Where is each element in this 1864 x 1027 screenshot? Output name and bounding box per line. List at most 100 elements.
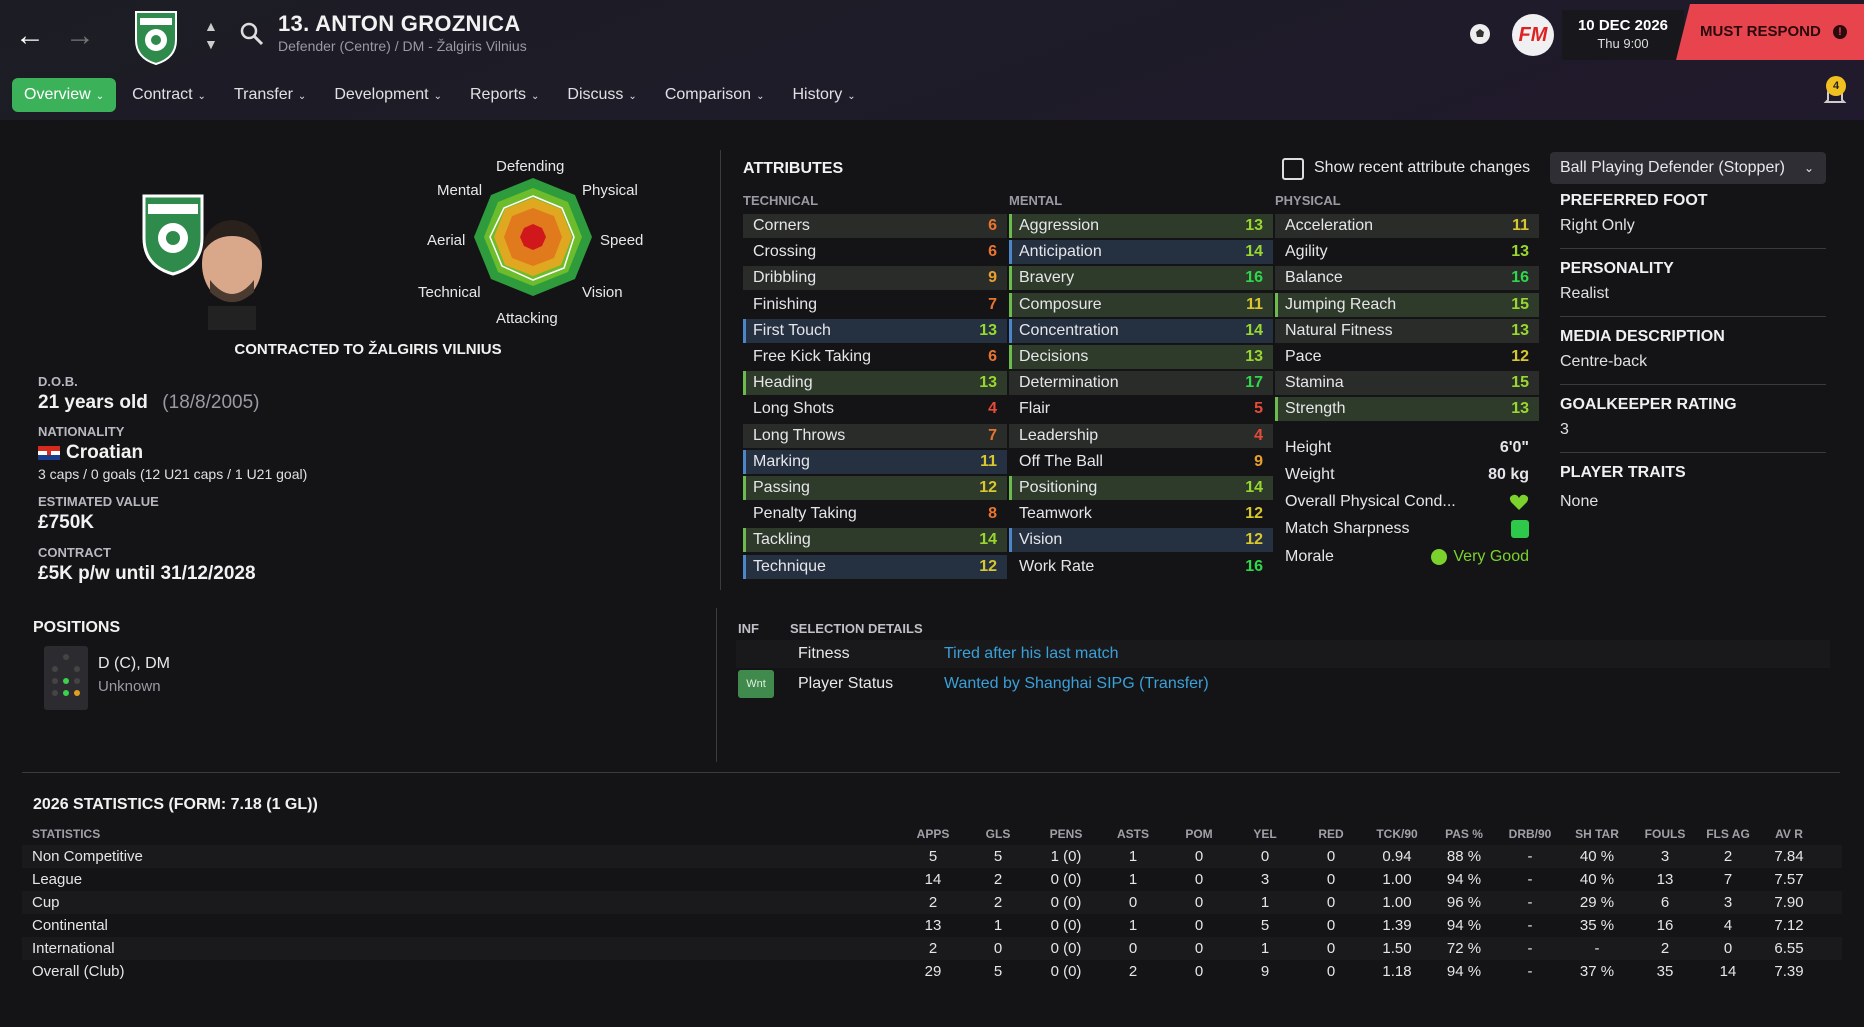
status-value[interactable]: Wanted by Shanghai SIPG (Transfer) <box>944 675 1209 693</box>
stat-cell: POM <box>1185 826 1213 841</box>
sharpness-row[interactable]: Match Sharpness <box>1275 517 1539 541</box>
nationality-row[interactable]: Croatian <box>38 442 143 464</box>
attr-row-agility[interactable]: Agility 13 <box>1275 240 1539 264</box>
attr-row-flair[interactable]: Flair 5 <box>1009 397 1273 421</box>
back-arrow-icon[interactable]: ← <box>12 18 48 54</box>
attr-row-off-the-ball[interactable]: Off The Ball 9 <box>1009 450 1273 474</box>
stat-cell: 2 <box>1660 940 1670 957</box>
attr-row-positioning[interactable]: Positioning 14 <box>1009 476 1273 500</box>
stat-cell: YEL <box>1253 826 1277 841</box>
fitness-row[interactable]: Fitness Tired after his last match <box>736 640 1830 668</box>
attr-row-technique[interactable]: Technique 12 <box>743 554 1007 579</box>
attr-row-corners[interactable]: Corners 6 <box>743 214 1007 238</box>
tab-history[interactable]: History ⌄ <box>780 78 867 112</box>
tab-reports[interactable]: Reports ⌄ <box>458 78 551 112</box>
attr-row-leadership[interactable]: Leadership 4 <box>1009 423 1273 448</box>
fm-logo[interactable]: FM <box>1512 14 1554 56</box>
attr-value: 11 <box>980 452 997 470</box>
attr-row-long-throws[interactable]: Long Throws 7 <box>743 423 1007 448</box>
stat-cell: 2 <box>928 894 938 911</box>
previous-player-icon[interactable]: ▲ <box>204 18 218 34</box>
date-box[interactable]: 10 DEC 2026 Thu 9:00 <box>1562 10 1684 60</box>
attr-row-pace[interactable]: Pace 12 <box>1275 345 1539 369</box>
attr-row-balance[interactable]: Balance 16 <box>1275 266 1539 291</box>
attr-row-long-shots[interactable]: Long Shots 4 <box>743 397 1007 421</box>
tab-discuss[interactable]: Discuss ⌄ <box>555 78 648 112</box>
attr-row-vision[interactable]: Vision 12 <box>1009 528 1273 553</box>
show-changes-checkbox[interactable] <box>1282 158 1304 180</box>
attr-row-free-kick-taking[interactable]: Free Kick Taking 6 <box>743 345 1007 369</box>
attr-value: 5 <box>1254 400 1263 418</box>
stat-cell: 2 <box>993 871 1003 888</box>
attr-row-work-rate[interactable]: Work Rate 16 <box>1009 555 1273 579</box>
attr-row-anticipation[interactable]: Anticipation 14 <box>1009 240 1273 265</box>
table-row[interactable]: Overall (Club) 29 5 0 (0) 2 0 9 0 1.18 94 % - 37 % 3… <box>22 960 1842 983</box>
tab-comparison[interactable]: Comparison ⌄ <box>653 78 777 112</box>
attr-row-dribbling[interactable]: Dribbling 9 <box>743 266 1007 291</box>
attr-name: Teamwork <box>1019 505 1092 523</box>
attr-row-passing[interactable]: Passing 12 <box>743 476 1007 500</box>
attr-row-determination[interactable]: Determination 17 <box>1009 371 1273 396</box>
row-label: Continental <box>32 917 108 934</box>
attr-row-decisions[interactable]: Decisions 13 <box>1009 345 1273 369</box>
table-row[interactable]: Cup 2 2 0 (0) 0 0 1 0 1.00 96 % - 29 % 6 3 7.90 <box>22 891 1842 914</box>
tab-contract[interactable]: Contract ⌄ <box>120 78 218 112</box>
attr-row-heading[interactable]: Heading 13 <box>743 371 1007 396</box>
role-select[interactable]: Ball Playing Defender (Stopper) ⌄ <box>1550 152 1826 184</box>
attr-row-stamina[interactable]: Stamina 15 <box>1275 371 1539 396</box>
attr-name: Finishing <box>753 295 818 313</box>
attr-row-natural-fitness[interactable]: Natural Fitness 13 <box>1275 318 1539 343</box>
table-row[interactable]: Non Competitive 5 5 1 (0) 1 0 0 0 0.94 88 % - 40 % 3… <box>22 845 1842 868</box>
attr-row-bravery[interactable]: Bravery 16 <box>1009 266 1273 291</box>
tab-development[interactable]: Development ⌄ <box>322 78 454 112</box>
attr-value: 6 <box>988 217 997 234</box>
attr-name: Composure <box>1019 295 1102 313</box>
attr-row-composure[interactable]: Composure 11 <box>1009 292 1273 317</box>
player-status-row[interactable]: Wnt Player Status Wanted by Shanghai SIP… <box>736 670 1830 698</box>
attr-row-crossing[interactable]: Crossing 6 <box>743 240 1007 264</box>
attr-row-jumping-reach[interactable]: Jumping Reach 15 <box>1275 292 1539 317</box>
table-row[interactable]: International 2 0 0 (0) 0 0 1 0 1.50 72 % - - 2 0 6.55 <box>22 937 1842 960</box>
attr-value: 9 <box>988 269 997 287</box>
attr-row-finishing[interactable]: Finishing 7 <box>743 293 1007 317</box>
divider <box>22 772 1840 773</box>
attr-row-concentration[interactable]: Concentration 14 <box>1009 318 1273 343</box>
search-icon[interactable] <box>240 22 264 46</box>
table-row[interactable]: Continental 13 1 0 (0) 1 0 5 0 1.39 94 % -35 % 16 4 7… <box>22 914 1842 937</box>
stat-cell: 3 <box>1260 871 1270 888</box>
attr-row-teamwork[interactable]: Teamwork 12 <box>1009 502 1273 526</box>
attr-row-strength[interactable]: Strength 13 <box>1275 397 1539 422</box>
attributes-title: ATTRIBUTES <box>743 160 844 177</box>
divider <box>716 608 717 762</box>
notification-badge: 4 <box>1826 76 1846 96</box>
stat-cell: 9 <box>1260 963 1270 980</box>
attr-name: Leadership <box>1019 426 1099 444</box>
tab-overview[interactable]: Overview ⌄ <box>12 78 117 112</box>
position-pitch-icon[interactable] <box>44 646 88 710</box>
stat-cell: 0 (0) <box>1050 894 1082 911</box>
age-value: 21 years old <box>38 392 148 413</box>
forward-arrow-icon[interactable]: → <box>62 18 98 54</box>
condition-row[interactable]: Overall Physical Cond... <box>1275 490 1539 514</box>
stat-cell: 7.12 <box>1774 917 1804 934</box>
attr-row-first-touch[interactable]: First Touch 13 <box>743 318 1007 343</box>
attr-row-marking[interactable]: Marking 11 <box>743 449 1007 474</box>
attr-value: 7 <box>988 295 997 313</box>
attr-row-penalty-taking[interactable]: Penalty Taking 8 <box>743 502 1007 526</box>
attr-row-aggression[interactable]: Aggression 13 <box>1009 214 1273 238</box>
tab-transfer[interactable]: Transfer ⌄ <box>222 78 318 112</box>
attr-row-acceleration[interactable]: Acceleration 11 <box>1275 214 1539 238</box>
fitness-value[interactable]: Tired after his last match <box>944 645 1119 663</box>
morale-row[interactable]: Morale Very Good <box>1275 545 1539 569</box>
current-date: 10 DEC 2026 <box>1577 17 1669 34</box>
football-icon[interactable] <box>1468 22 1492 46</box>
player-subtitle[interactable]: Defender (Centre) / DM - Žalgiris Vilniu… <box>278 38 527 54</box>
attr-row-tackling[interactable]: Tackling 14 <box>743 528 1007 553</box>
must-respond-button[interactable]: MUST RESPOND ! <box>1676 4 1864 60</box>
heart-condition-icon <box>1509 494 1529 510</box>
table-row[interactable]: League 14 2 0 (0) 1 0 3 0 1.00 94 % - 40 % 13 7 7.57 <box>22 868 1842 891</box>
attribute-radar[interactable]: Defending Physical Speed Vision Attackin… <box>418 158 648 334</box>
stat-cell: - <box>1594 940 1600 957</box>
stat-cell: 1.39 <box>1382 917 1412 934</box>
next-player-icon[interactable]: ▼ <box>204 36 218 52</box>
